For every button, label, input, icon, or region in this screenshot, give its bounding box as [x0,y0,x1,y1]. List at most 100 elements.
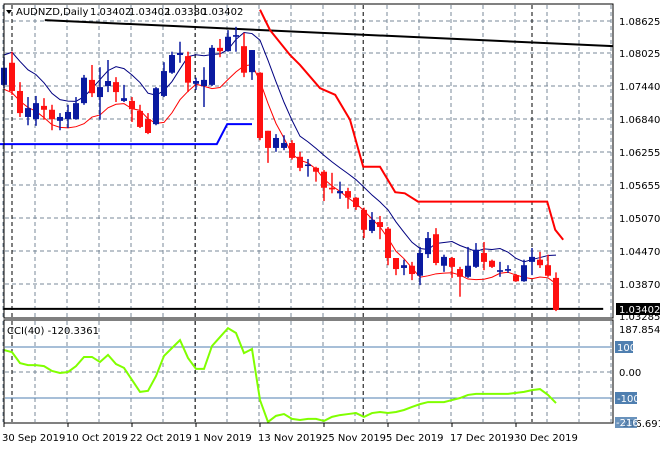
current-price-label: 1.03402 [619,305,660,316]
candle-body [305,164,311,167]
candle-body [465,265,471,277]
price-tick: 1.06255 [619,148,660,159]
candle-body [473,249,479,267]
candle-body [361,209,367,230]
candle-body [241,46,247,73]
candle-body [33,103,39,120]
candle-body [257,72,263,138]
candle-body [321,171,327,188]
candle-body [97,87,103,98]
candle-body [89,79,95,94]
candle-body [225,36,231,52]
time-label: 13 Nov 2019 [258,433,322,444]
candle [257,72,263,141]
price-tick: 1.05070 [619,214,660,225]
candle-body [41,105,47,110]
candle-body [385,228,391,259]
candle [209,45,215,86]
candle-body [193,81,199,84]
candle-body [353,197,359,208]
time-label: 1 Nov 2019 [194,433,252,444]
candle-body [409,265,415,275]
candle-body [393,258,399,270]
cci-zero-label: 0.00 [619,368,641,379]
time-label: 25 Nov 2019 [322,433,386,444]
candle [513,274,519,282]
price-tick: 1.06840 [619,115,660,126]
candle-body [233,35,239,37]
candle-body [337,191,343,194]
candle-body [345,191,351,198]
candle-body [545,265,551,276]
level-minus100-label: -100 [617,394,640,405]
candle-body [137,110,143,127]
candle-body [449,258,455,267]
candle-body [537,259,543,266]
candle-body [153,88,159,125]
candle-body [121,98,127,101]
time-label: 30 Sep 2019 [2,433,65,444]
candle-body [369,219,375,231]
candle-body [169,55,175,73]
candle-body [505,269,511,271]
candle-body [265,130,271,148]
price-tick: 1.08025 [619,49,660,60]
candle-body [521,265,527,282]
close-value: 1.03402 [202,7,243,18]
open-value: 1.03402 [90,7,131,18]
candle-body [177,52,183,56]
candle-body [313,167,319,172]
price-tick: 1.03870 [619,280,660,291]
candle-body [329,187,335,190]
candle-body [25,108,31,117]
candle-body [425,238,431,255]
candle [489,259,495,268]
candle [153,87,159,126]
trading-chart[interactable]: AUDNZD,Daily 1.03402 1.03402 1.03380 1.0… [0,0,660,450]
time-label: 5 Dec 2019 [386,433,444,444]
candle-body [289,142,295,158]
candle-body [73,103,79,120]
candle-body [401,265,407,268]
price-tick: 1.07440 [619,82,660,93]
candle-body [249,50,255,73]
candle-body [65,111,71,120]
candle-body [113,82,119,93]
candle-body [81,77,87,104]
candle-body [217,47,223,52]
candle [553,272,559,312]
low-value: 1.03380 [165,7,206,18]
candle-body [49,109,55,120]
price-tick: 1.05655 [619,181,660,192]
candle-body [201,79,207,86]
candle-body [497,270,503,272]
symbol-label: AUDNZD,Daily [16,7,88,18]
candle-body [433,234,439,263]
price-tick: 1.04470 [619,247,660,258]
candle-body [273,137,279,148]
candle-body [441,256,447,266]
level-100-label: 100 [617,343,636,354]
candle-body [481,253,487,262]
candle-body [161,71,167,96]
candle-body [17,90,23,114]
candle-body [513,275,519,282]
candle-body [297,156,303,168]
time-label: 10 Oct 2019 [66,433,128,444]
candle-body [529,256,535,262]
candle-body [105,81,111,86]
candle-body [417,253,423,276]
time-label: 17 Dec 2019 [450,433,514,444]
candle-body [9,62,15,91]
candle-body [129,100,135,110]
candle [289,140,295,160]
cci-label: CCI(40) -120.3361 [7,326,99,337]
candle-body [377,222,383,228]
candle-body [489,260,495,267]
candle-body [209,47,215,85]
level-min-box-label: -216 [616,418,639,429]
candle [81,74,87,105]
time-label: 30 Dec 2019 [514,433,578,444]
cci-max-label: 187.8545 [619,325,660,336]
candle-body [57,116,63,121]
